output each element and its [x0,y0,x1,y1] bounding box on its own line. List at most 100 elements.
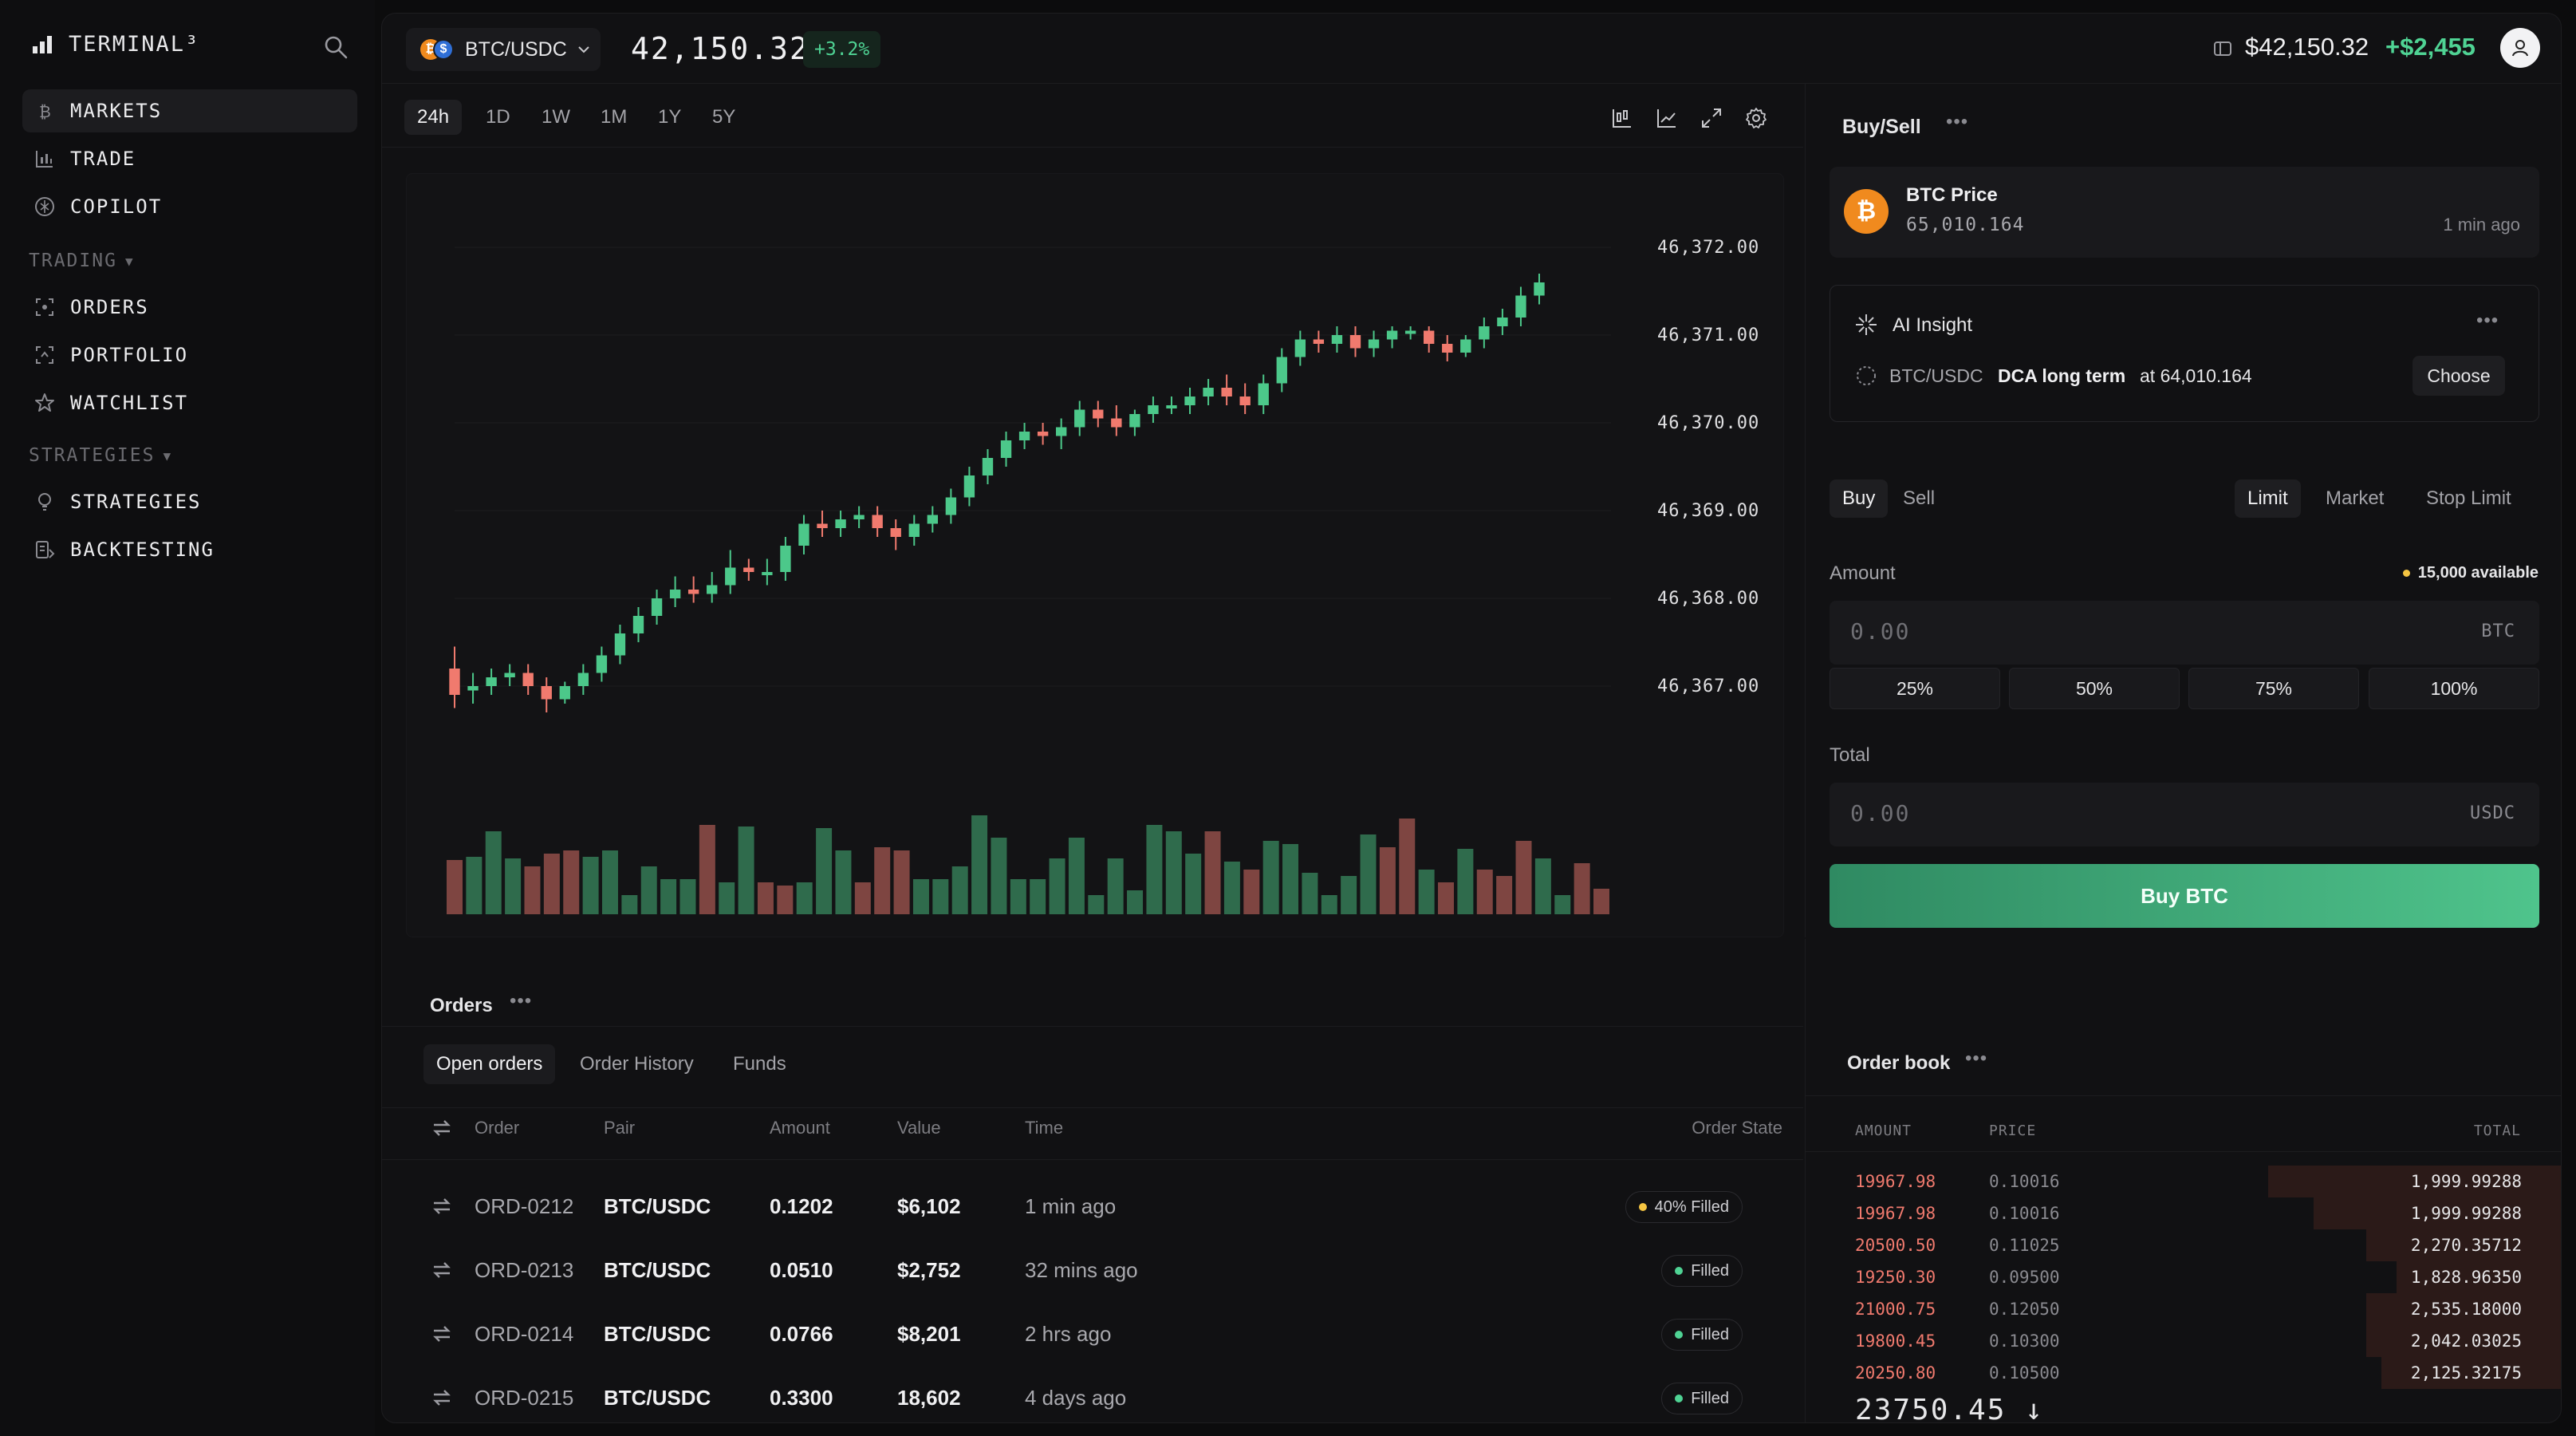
amount-placeholder: 0.00 [1850,618,1911,645]
sidebar-item-markets[interactable]: ₿ MARKETS [22,89,357,132]
order-book-row[interactable]: 20250.80 0.10500 2,125.32175 [1806,1357,2561,1389]
order-book-row[interactable]: 21000.75 0.12050 2,535.18000 [1806,1293,2561,1325]
volume-bar [1049,858,1065,914]
section-label: STRATEGIES [29,445,156,466]
volume-bar [485,831,502,914]
table-row[interactable]: ORD-0214 BTC/USDC 0.0766 $8,201 2 hrs ag… [382,1303,1803,1367]
line-chart-icon[interactable] [1655,106,1679,130]
tab-funds[interactable]: Funds [720,1044,799,1084]
timeframe-1y[interactable]: 1Y [645,100,694,135]
timeframe-1m[interactable]: 1M [588,100,640,135]
table-row[interactable]: ORD-0212 BTC/USDC 0.1202 $6,102 1 min ag… [382,1175,1803,1239]
brand[interactable]: TERMINAL³ [32,32,199,57]
volume-bar [835,850,852,914]
candle-body [1093,409,1104,419]
price-value: 65,010.164 [1906,215,2025,235]
sidebar-item-portfolio[interactable]: PORTFOLIO [22,333,357,377]
candle-body [1148,405,1159,414]
expand-icon[interactable] [1700,106,1723,130]
avatar[interactable] [2500,28,2540,68]
percent-100-button[interactable]: 100% [2369,668,2539,709]
tab-open-orders[interactable]: Open orders [423,1044,556,1084]
total-input[interactable]: 0.00 USDC [1830,783,2539,846]
volume-bar [447,860,463,914]
choose-button[interactable]: Choose [2413,356,2505,396]
more-icon[interactable]: ••• [2476,310,2499,332]
order-type-stop-limit[interactable]: Stop Limit [2413,479,2524,518]
order-book-row[interactable]: 20500.50 0.11025 2,270.35712 [1806,1229,2561,1261]
divider [382,1159,1803,1160]
volume-bar [524,866,541,914]
order-book-row[interactable]: 19967.98 0.10016 1,999.99288 [1806,1197,2561,1229]
volume-bar [640,866,657,914]
y-tick-label: 46,367.00 [1657,677,1760,696]
timeframe-1d[interactable]: 1D [473,100,523,135]
timeframe-5y[interactable]: 5Y [699,100,748,135]
order-book-row[interactable]: 19967.98 0.10016 1,999.99288 [1806,1166,2561,1197]
candle-body [651,598,663,616]
volume-bar [1438,882,1455,914]
sidebar-item-trade[interactable]: TRADE [22,137,357,180]
side-buy[interactable]: Buy [1830,479,1889,518]
pair-selector[interactable]: ₿ $ BTC/USDC [406,28,601,71]
volume-bar [912,879,929,914]
candle-body [687,590,699,594]
order-type-limit[interactable]: Limit [2235,479,2301,518]
more-icon[interactable]: ••• [1965,1047,1987,1070]
ob-total: 2,042.03025 [2410,1331,2522,1351]
side-sell[interactable]: Sell [1890,479,1948,518]
timeframe-1w[interactable]: 1W [529,100,583,135]
ob-amount: 20500.50 [1855,1236,1936,1255]
order-book-row[interactable]: 19250.30 0.09500 1,828.96350 [1806,1261,2561,1293]
orders-tabs: Open orders Order History Funds [382,1028,1803,1108]
candle-body [963,475,975,498]
sidebar-item-watchlist[interactable]: WATCHLIST [22,381,357,424]
timeframe-24h[interactable]: 24h [404,100,463,135]
btc-price-card: ₿ BTC Price 65,010.164 1 min ago [1830,167,2539,258]
order-book-row[interactable]: 19800.45 0.10300 2,042.03025 [1806,1325,2561,1357]
pair-coins: ₿ $ [420,39,455,60]
tab-order-history[interactable]: Order History [567,1044,707,1084]
volume-bar [1107,858,1124,914]
portfolio-icon [36,346,53,364]
sidebar-item-copilot[interactable]: COPILOT [22,185,357,228]
sidebar-item-strategies[interactable]: STRATEGIES [22,480,357,523]
sidebar-item-backtesting[interactable]: BACKTESTING [22,528,357,571]
current-price: 42,150.32 [631,31,809,66]
more-icon[interactable]: ••• [510,990,532,1012]
volume-bar [932,879,949,914]
column-header-order: Order [475,1118,520,1138]
candle-body [835,519,846,528]
table-row[interactable]: ORD-0213 BTC/USDC 0.0510 $2,752 32 mins … [382,1239,1803,1303]
table-row[interactable]: ORD-0215 BTC/USDC 0.3300 18,602 4 days a… [382,1367,1803,1422]
section-strategies[interactable]: STRATEGIES ▼ [29,445,172,466]
volume-bar [719,882,735,914]
volume-bar [1341,876,1357,914]
amount-input[interactable]: 0.00 BTC [1830,601,2539,665]
sidebar-item-orders[interactable]: ORDERS [22,286,357,329]
buy-sell-panel: Buy/Sell ••• ₿ BTC Price 65,010.164 1 mi… [1805,84,2561,937]
candles-icon[interactable] [1610,106,1634,130]
candle-body [945,497,957,515]
gear-icon[interactable] [1744,106,1768,130]
order-amount: 0.0766 [770,1322,833,1346]
price-chart[interactable]: 46,372.00 46,371.00 46,370.00 46,369.00 … [406,173,1784,937]
candle-body [1111,418,1122,428]
percent-25-button[interactable]: 25% [1830,668,2000,709]
percent-75-button[interactable]: 75% [2188,668,2359,709]
more-icon[interactable]: ••• [1946,111,1968,133]
buy-btc-button[interactable]: Buy BTC [1830,864,2539,928]
order-time: 4 days ago [1025,1386,1127,1410]
arrow-down-icon: ↓ [2025,1394,2044,1423]
candle-body [449,669,460,695]
order-type-market[interactable]: Market [2313,479,2397,518]
volume-bar [679,879,696,914]
candle-body [669,590,681,598]
section-trading[interactable]: TRADING ▼ [29,251,135,271]
percent-50-button[interactable]: 50% [2009,668,2180,709]
volume-bar [1262,841,1279,914]
volume-bar [991,838,1007,914]
candle-body [1313,339,1325,344]
search-icon[interactable] [322,34,349,61]
order-time: 32 mins ago [1025,1258,1138,1282]
